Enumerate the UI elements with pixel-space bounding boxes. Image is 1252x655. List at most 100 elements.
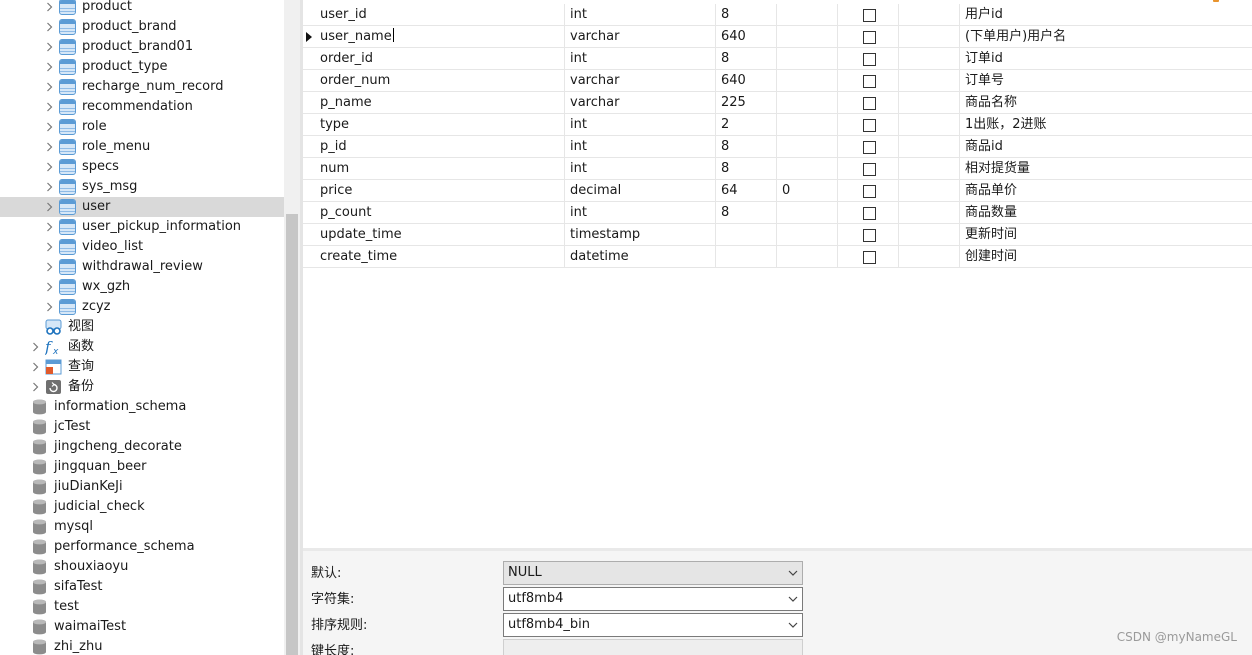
- not-null-checkbox[interactable]: [863, 141, 876, 154]
- field-length-cell[interactable]: 8: [716, 136, 777, 158]
- field-type-cell[interactable]: int: [565, 48, 716, 70]
- table-item[interactable]: specs: [0, 157, 284, 177]
- not-null-checkbox[interactable]: [863, 53, 876, 66]
- chevron-right-icon[interactable]: [44, 177, 54, 197]
- table-item[interactable]: zcyz: [0, 297, 284, 317]
- field-length-cell[interactable]: 8: [716, 158, 777, 180]
- field-decimals-cell[interactable]: [777, 48, 838, 70]
- field-name-cell[interactable]: type: [315, 114, 565, 136]
- database-item[interactable]: jingquan_beer: [0, 457, 284, 477]
- database-item[interactable]: shouxiaoyu: [0, 557, 284, 577]
- field-length-cell[interactable]: 225: [716, 92, 777, 114]
- not-null-checkbox[interactable]: [863, 229, 876, 242]
- not-null-checkbox[interactable]: [863, 163, 876, 176]
- field-type-cell[interactable]: int: [565, 4, 716, 26]
- field-row[interactable]: order_num varchar 640 订单号: [303, 70, 1252, 92]
- database-item[interactable]: information_schema: [0, 397, 284, 417]
- table-item[interactable]: withdrawal_review: [0, 257, 284, 277]
- field-name-cell[interactable]: create_time: [315, 246, 565, 268]
- chevron-right-icon[interactable]: [44, 57, 54, 77]
- table-item[interactable]: recharge_num_record: [0, 77, 284, 97]
- field-length-cell[interactable]: 8: [716, 202, 777, 224]
- field-decimals-cell[interactable]: [777, 114, 838, 136]
- field-length-cell[interactable]: 640: [716, 70, 777, 92]
- field-comment-cell[interactable]: 相对提货量: [960, 158, 1252, 180]
- field-name-cell[interactable]: price: [315, 180, 565, 202]
- group-backups[interactable]: 备份: [0, 377, 284, 397]
- field-row[interactable]: update_time timestamp 更新时间: [303, 224, 1252, 246]
- field-comment-cell[interactable]: 用户id: [960, 4, 1252, 26]
- not-null-checkbox[interactable]: [863, 75, 876, 88]
- group-queries[interactable]: 查询: [0, 357, 284, 377]
- field-type-cell[interactable]: datetime: [565, 246, 716, 268]
- field-comment-cell[interactable]: 商品数量: [960, 202, 1252, 224]
- field-comment-cell[interactable]: 订单号: [960, 70, 1252, 92]
- chevron-right-icon[interactable]: [44, 117, 54, 137]
- chevron-right-icon[interactable]: [44, 37, 54, 57]
- database-item[interactable]: jcTest: [0, 417, 284, 437]
- chevron-right-icon[interactable]: [44, 297, 54, 317]
- field-key-cell[interactable]: [899, 202, 960, 224]
- navigator-scrollbar-thumb[interactable]: [286, 214, 298, 655]
- database-item[interactable]: jingcheng_decorate: [0, 437, 284, 457]
- chevron-right-icon[interactable]: [44, 157, 54, 177]
- field-key-cell[interactable]: [899, 4, 960, 26]
- group-views[interactable]: 视图: [0, 317, 284, 337]
- table-item[interactable]: product_type: [0, 57, 284, 77]
- field-row[interactable]: p_name varchar 225 商品名称: [303, 92, 1252, 114]
- field-type-cell[interactable]: varchar: [565, 26, 716, 48]
- database-item[interactable]: waimaiTest: [0, 617, 284, 637]
- chevron-right-icon[interactable]: [30, 377, 40, 397]
- field-comment-cell[interactable]: 商品id: [960, 136, 1252, 158]
- chevron-right-icon[interactable]: [44, 97, 54, 117]
- field-decimals-cell[interactable]: [777, 26, 838, 48]
- chevron-right-icon[interactable]: [30, 357, 40, 377]
- field-type-cell[interactable]: varchar: [565, 70, 716, 92]
- field-key-cell[interactable]: [899, 92, 960, 114]
- field-key-cell[interactable]: [899, 136, 960, 158]
- table-item[interactable]: user: [0, 197, 284, 217]
- database-item[interactable]: sifaTest: [0, 577, 284, 597]
- chevron-right-icon[interactable]: [44, 17, 54, 37]
- chevron-right-icon[interactable]: [44, 277, 54, 297]
- field-length-cell[interactable]: 8: [716, 4, 777, 26]
- field-decimals-cell[interactable]: [777, 4, 838, 26]
- field-name-cell[interactable]: update_time: [315, 224, 565, 246]
- table-item[interactable]: product_brand: [0, 17, 284, 37]
- field-length-cell[interactable]: [716, 224, 777, 246]
- not-null-checkbox[interactable]: [863, 31, 876, 44]
- collation-select[interactable]: utf8mb4_bin: [503, 613, 803, 637]
- table-item[interactable]: product: [0, 0, 284, 17]
- field-row[interactable]: price decimal 64 0 商品单价: [303, 180, 1252, 202]
- field-key-cell[interactable]: [899, 26, 960, 48]
- field-row[interactable]: p_count int 8 商品数量: [303, 202, 1252, 224]
- field-name-cell[interactable]: p_name: [315, 92, 565, 114]
- database-item[interactable]: mysql: [0, 517, 284, 537]
- field-name-cell[interactable]: p_count: [315, 202, 565, 224]
- chevron-right-icon[interactable]: [44, 197, 54, 217]
- field-length-cell[interactable]: 8: [716, 48, 777, 70]
- field-type-cell[interactable]: int: [565, 114, 716, 136]
- field-row[interactable]: user_name varchar 640 (下单用户)用户名: [303, 26, 1252, 48]
- field-decimals-cell[interactable]: [777, 202, 838, 224]
- not-null-checkbox[interactable]: [863, 207, 876, 220]
- table-item[interactable]: user_pickup_information: [0, 217, 284, 237]
- field-key-cell[interactable]: [899, 180, 960, 202]
- field-decimals-cell[interactable]: [777, 224, 838, 246]
- table-item[interactable]: product_brand01: [0, 37, 284, 57]
- field-comment-cell[interactable]: 订单id: [960, 48, 1252, 70]
- database-item[interactable]: test: [0, 597, 284, 617]
- not-null-checkbox[interactable]: [863, 97, 876, 110]
- field-type-cell[interactable]: decimal: [565, 180, 716, 202]
- field-decimals-cell[interactable]: [777, 246, 838, 268]
- field-decimals-cell[interactable]: [777, 92, 838, 114]
- table-item[interactable]: recommendation: [0, 97, 284, 117]
- not-null-checkbox[interactable]: [863, 9, 876, 22]
- field-comment-cell[interactable]: 1出账，2进账: [960, 114, 1252, 136]
- field-row[interactable]: user_id int 8 用户id: [303, 4, 1252, 26]
- table-item[interactable]: video_list: [0, 237, 284, 257]
- chevron-right-icon[interactable]: [44, 257, 54, 277]
- field-key-cell[interactable]: [899, 70, 960, 92]
- field-name-cell[interactable]: user_id: [315, 4, 565, 26]
- field-key-cell[interactable]: [899, 224, 960, 246]
